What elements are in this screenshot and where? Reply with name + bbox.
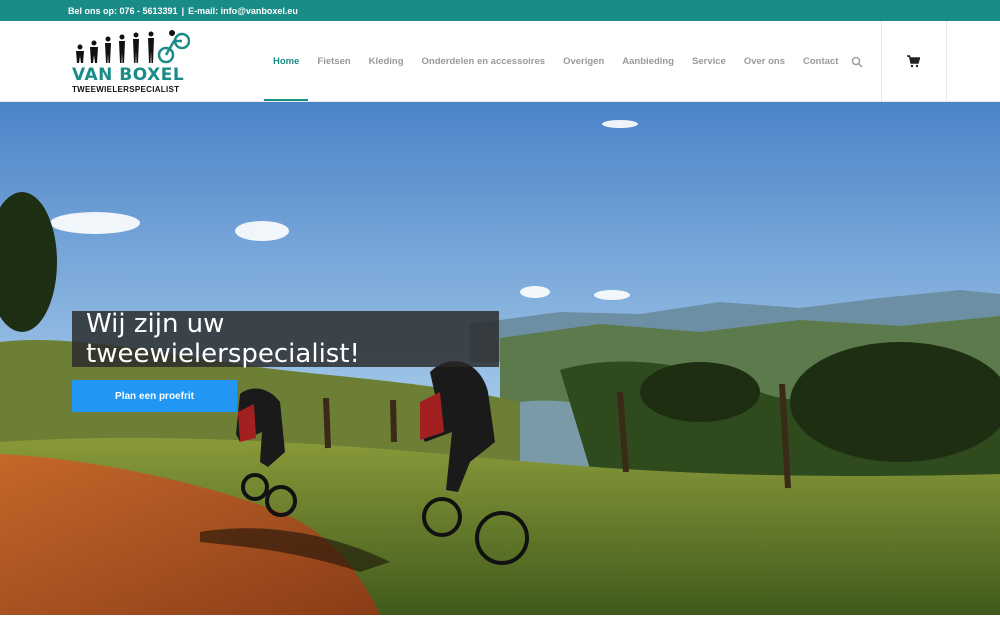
nav-home[interactable]: Home: [264, 21, 309, 101]
logo-tagline: TWEEWIELERSPECIALIST: [72, 85, 180, 94]
nav-overigen[interactable]: Overigen: [554, 21, 613, 101]
cart-icon[interactable]: [907, 55, 920, 68]
separator: |: [181, 5, 185, 16]
phone-text: Bel ons op: 076 - 5613391: [68, 5, 178, 16]
nav-onderdelen[interactable]: Onderdelen en accessoires: [413, 21, 555, 101]
nav-kleding[interactable]: Kleding: [360, 21, 413, 101]
logo[interactable]: VAN BOXEL TWEEWIELERSPECIALIST: [72, 27, 191, 97]
hero-heading: Wij zijn uw tweewielerspecialist!: [72, 309, 499, 369]
section-below-hero: [0, 615, 1000, 643]
email-link[interactable]: E-mail: info@vanboxel.eu: [188, 6, 298, 16]
header-divider: [946, 21, 947, 101]
evolution-logo-graphic: [76, 30, 191, 64]
nav-fietsen[interactable]: Fietsen: [308, 21, 359, 101]
nav-aanbieding[interactable]: Aanbieding: [613, 21, 683, 101]
search-icon[interactable]: [851, 56, 863, 68]
main-nav: Home Fietsen Kleding Onderdelen en acces…: [264, 21, 847, 101]
test-ride-button[interactable]: Plan een proefrit: [72, 380, 237, 412]
hero-banner: Wij zijn uw tweewielerspecialist! Plan e…: [0, 102, 1000, 615]
header-divider: [881, 21, 882, 101]
logo-brand: VAN BOXEL: [72, 65, 185, 85]
contact-bar: Bel ons op: 076 - 5613391 | E-mail: info…: [0, 0, 1000, 21]
site-header: VAN BOXEL TWEEWIELERSPECIALIST Home Fiet…: [0, 21, 1000, 102]
nav-contact[interactable]: Contact: [794, 21, 847, 101]
nav-service[interactable]: Service: [683, 21, 735, 101]
nav-over-ons[interactable]: Over ons: [735, 21, 794, 101]
